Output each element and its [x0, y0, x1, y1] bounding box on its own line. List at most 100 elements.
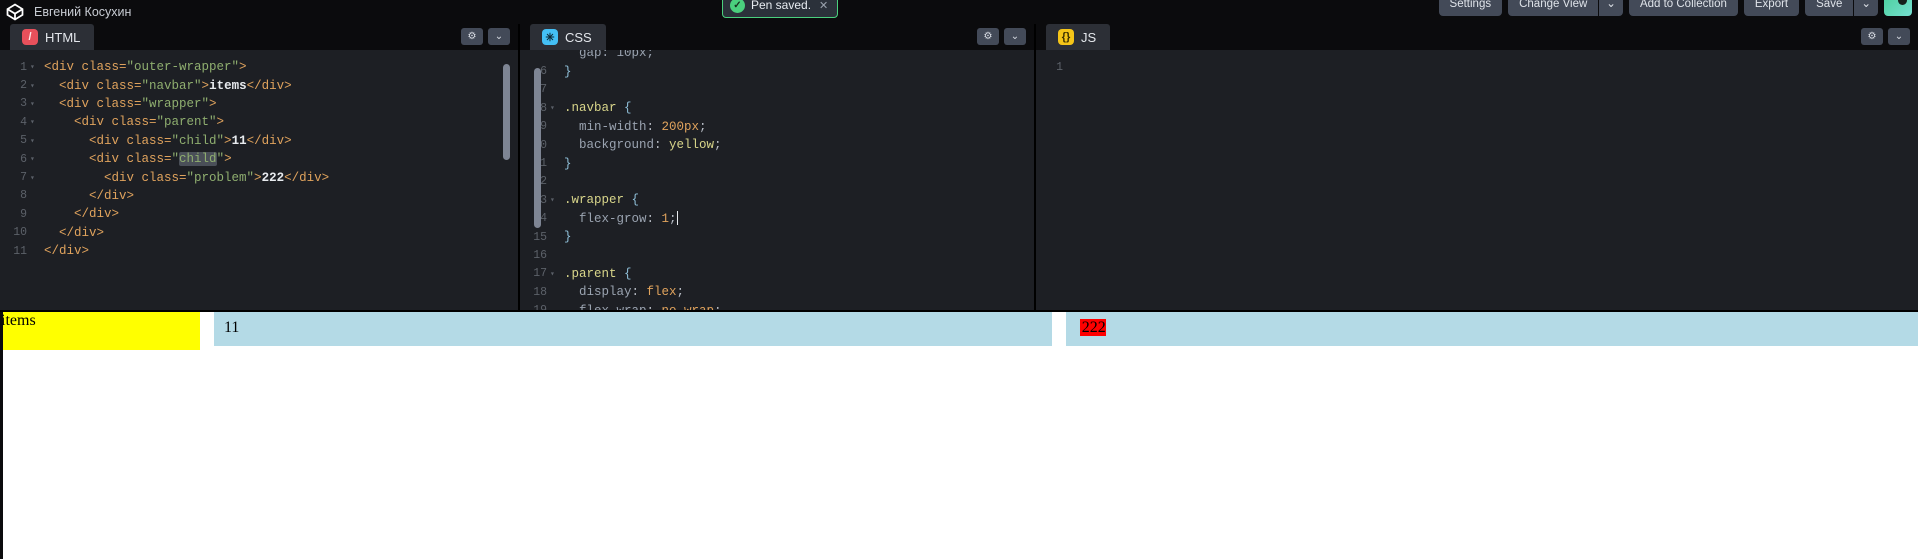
- chevron-down-icon[interactable]: ⌄: [488, 28, 510, 45]
- code-line: 6}: [520, 62, 1034, 80]
- line-number: 15: [533, 230, 547, 244]
- editor-panes: / HTML ⚙ ⌄ 1 ▾ <div class="outer-wrapper">…: [0, 24, 1918, 310]
- pane-css: ✳ CSS ⚙ ⌄ gap: 10px; 6} 7 8 ▾ .navbar {9 min-…: [520, 24, 1036, 310]
- change-view-button[interactable]: Change View: [1508, 0, 1599, 16]
- fold-arrow-icon[interactable]: ▾: [30, 154, 40, 164]
- fold-arrow-icon[interactable]: ▾: [550, 103, 560, 113]
- gear-icon[interactable]: ⚙: [1861, 28, 1883, 45]
- fold-arrow-icon[interactable]: ▾: [550, 269, 560, 279]
- code-line: 9 </div>: [0, 205, 518, 223]
- code-line: 11}: [520, 154, 1034, 172]
- html-code-area[interactable]: 1 ▾ <div class="outer-wrapper"> 2 ▾ <div cla…: [0, 50, 518, 310]
- export-button[interactable]: Export: [1743, 0, 1800, 16]
- code-line: 13▾.wrapper {: [520, 191, 1034, 209]
- fold-arrow-icon[interactable]: ▾: [30, 173, 40, 183]
- css-logo-icon: ✳: [542, 29, 558, 45]
- js-code-lines: 1: [1036, 58, 1918, 310]
- line-number: 6: [20, 152, 27, 166]
- js-logo-icon: {}: [1058, 29, 1074, 45]
- code-line: gap: 10px;: [520, 50, 1034, 62]
- code-text: <div class="child">: [44, 152, 232, 167]
- line-number: 9: [20, 207, 27, 221]
- code-line: 4 ▾ <div class="parent">: [0, 113, 518, 131]
- pane-html: / HTML ⚙ ⌄ 1 ▾ <div class="outer-wrapper">…: [0, 24, 520, 310]
- html-scrollbar[interactable]: [503, 64, 510, 160]
- code-text: min-width: 200px;: [564, 119, 707, 134]
- css-code-lines: gap: 10px; 6} 7 8 ▾ .navbar {9 min-width: 200…: [520, 50, 1034, 310]
- app-bar-left-group: Евгений Косухин: [0, 2, 131, 22]
- fold-arrow-icon[interactable]: ▾: [30, 81, 40, 91]
- line-number: 11: [13, 244, 27, 258]
- js-code-area[interactable]: 1: [1036, 50, 1918, 310]
- line-number: 3: [20, 97, 27, 111]
- code-line: 1: [1036, 58, 1918, 76]
- code-line: 1 ▾ <div class="outer-wrapper">: [0, 58, 518, 76]
- save-button[interactable]: Save: [1805, 0, 1854, 16]
- code-line: 19 flex-wrap: no-wrap;: [520, 301, 1034, 310]
- save-caret-icon[interactable]: ⌄: [1854, 0, 1878, 16]
- code-line: 2 ▾ <div class="navbar">items</div>: [0, 76, 518, 94]
- code-text: <div class="wrapper">: [44, 96, 217, 111]
- toast-message: Pen saved.: [751, 0, 812, 12]
- save-group: Save ⌄: [1805, 0, 1878, 16]
- preview-problem: 222: [1079, 319, 1106, 336]
- close-icon[interactable]: ✕: [819, 0, 828, 12]
- user-name-label: Евгений Косухин: [34, 5, 132, 19]
- chevron-down-icon[interactable]: ⌄: [1599, 0, 1623, 16]
- code-text: <div class="navbar">items</div>: [44, 78, 292, 93]
- code-text: flex-grow: 1;: [564, 211, 678, 227]
- gear-icon[interactable]: ⚙: [461, 28, 483, 45]
- html-logo-icon: /: [22, 29, 38, 45]
- fold-arrow-icon[interactable]: ▾: [30, 117, 40, 127]
- chevron-down-icon[interactable]: ⌄: [1004, 28, 1026, 45]
- line-number: 7: [20, 171, 27, 185]
- code-text: </div>: [44, 225, 105, 240]
- tab-css[interactable]: ✳ CSS: [530, 24, 606, 50]
- fold-arrow-icon[interactable]: ▾: [30, 62, 40, 72]
- code-line: 18 display: flex;: [520, 283, 1034, 301]
- add-to-collection-button[interactable]: Add to Collection: [1628, 0, 1738, 16]
- fold-arrow-icon[interactable]: ▾: [30, 136, 40, 146]
- code-line: 10 </div>: [0, 224, 518, 242]
- code-text: }: [564, 64, 572, 79]
- line-number: 1: [20, 60, 27, 74]
- preview-outer-wrapper: items 11 222: [0, 312, 1918, 350]
- line-number: 1: [1056, 60, 1063, 74]
- preview-wrapper: 11 222: [200, 312, 1918, 346]
- tab-js[interactable]: {} JS: [1046, 24, 1111, 50]
- html-code-lines: 1 ▾ <div class="outer-wrapper"> 2 ▾ <div cla…: [0, 58, 518, 310]
- fold-arrow-icon[interactable]: ▾: [30, 99, 40, 109]
- change-view-group: Change View ⌄: [1508, 0, 1623, 16]
- code-text: .navbar {: [564, 101, 632, 116]
- codepen-logo-icon[interactable]: [4, 2, 26, 22]
- code-line: 15}: [520, 228, 1034, 246]
- line-number: 8: [20, 189, 27, 203]
- pane-css-header: ✳ CSS ⚙ ⌄: [520, 24, 1034, 50]
- chevron-down-icon[interactable]: ⌄: [1888, 28, 1910, 45]
- text-cursor: [676, 211, 678, 226]
- line-number: 18: [533, 285, 547, 299]
- code-line: 6 ▾ <div class="child">: [0, 150, 518, 168]
- code-text: </div>: [44, 244, 90, 259]
- app-top-bar: Евгений Косухин ✓ Pen saved. ✕ Settings …: [0, 0, 1918, 24]
- tab-js-label: JS: [1081, 29, 1097, 45]
- code-line: 3 ▾ <div class="wrapper">: [0, 95, 518, 113]
- pane-js: {} JS ⚙ ⌄ 1: [1036, 24, 1918, 310]
- line-number: 16: [533, 248, 547, 262]
- pane-html-header: / HTML ⚙ ⌄: [0, 24, 518, 50]
- code-line: 16: [520, 246, 1034, 264]
- tab-css-label: CSS: [565, 29, 592, 45]
- code-line: 11 </div>: [0, 242, 518, 260]
- css-scrollbar[interactable]: [534, 68, 541, 228]
- avatar[interactable]: [1884, 0, 1912, 16]
- line-number: 10: [13, 226, 27, 240]
- css-code-area[interactable]: gap: 10px; 6} 7 8 ▾ .navbar {9 min-width: 200…: [520, 50, 1034, 310]
- code-text: background: yellow;: [564, 138, 722, 153]
- tab-html[interactable]: / HTML: [10, 24, 95, 50]
- code-text: .wrapper {: [564, 193, 640, 208]
- pen-saved-toast: ✓ Pen saved. ✕: [722, 0, 839, 18]
- check-circle-icon: ✓: [730, 0, 745, 13]
- fold-arrow-icon[interactable]: ▾: [550, 195, 560, 205]
- settings-button[interactable]: Settings: [1438, 0, 1503, 16]
- gear-icon[interactable]: ⚙: [977, 28, 999, 45]
